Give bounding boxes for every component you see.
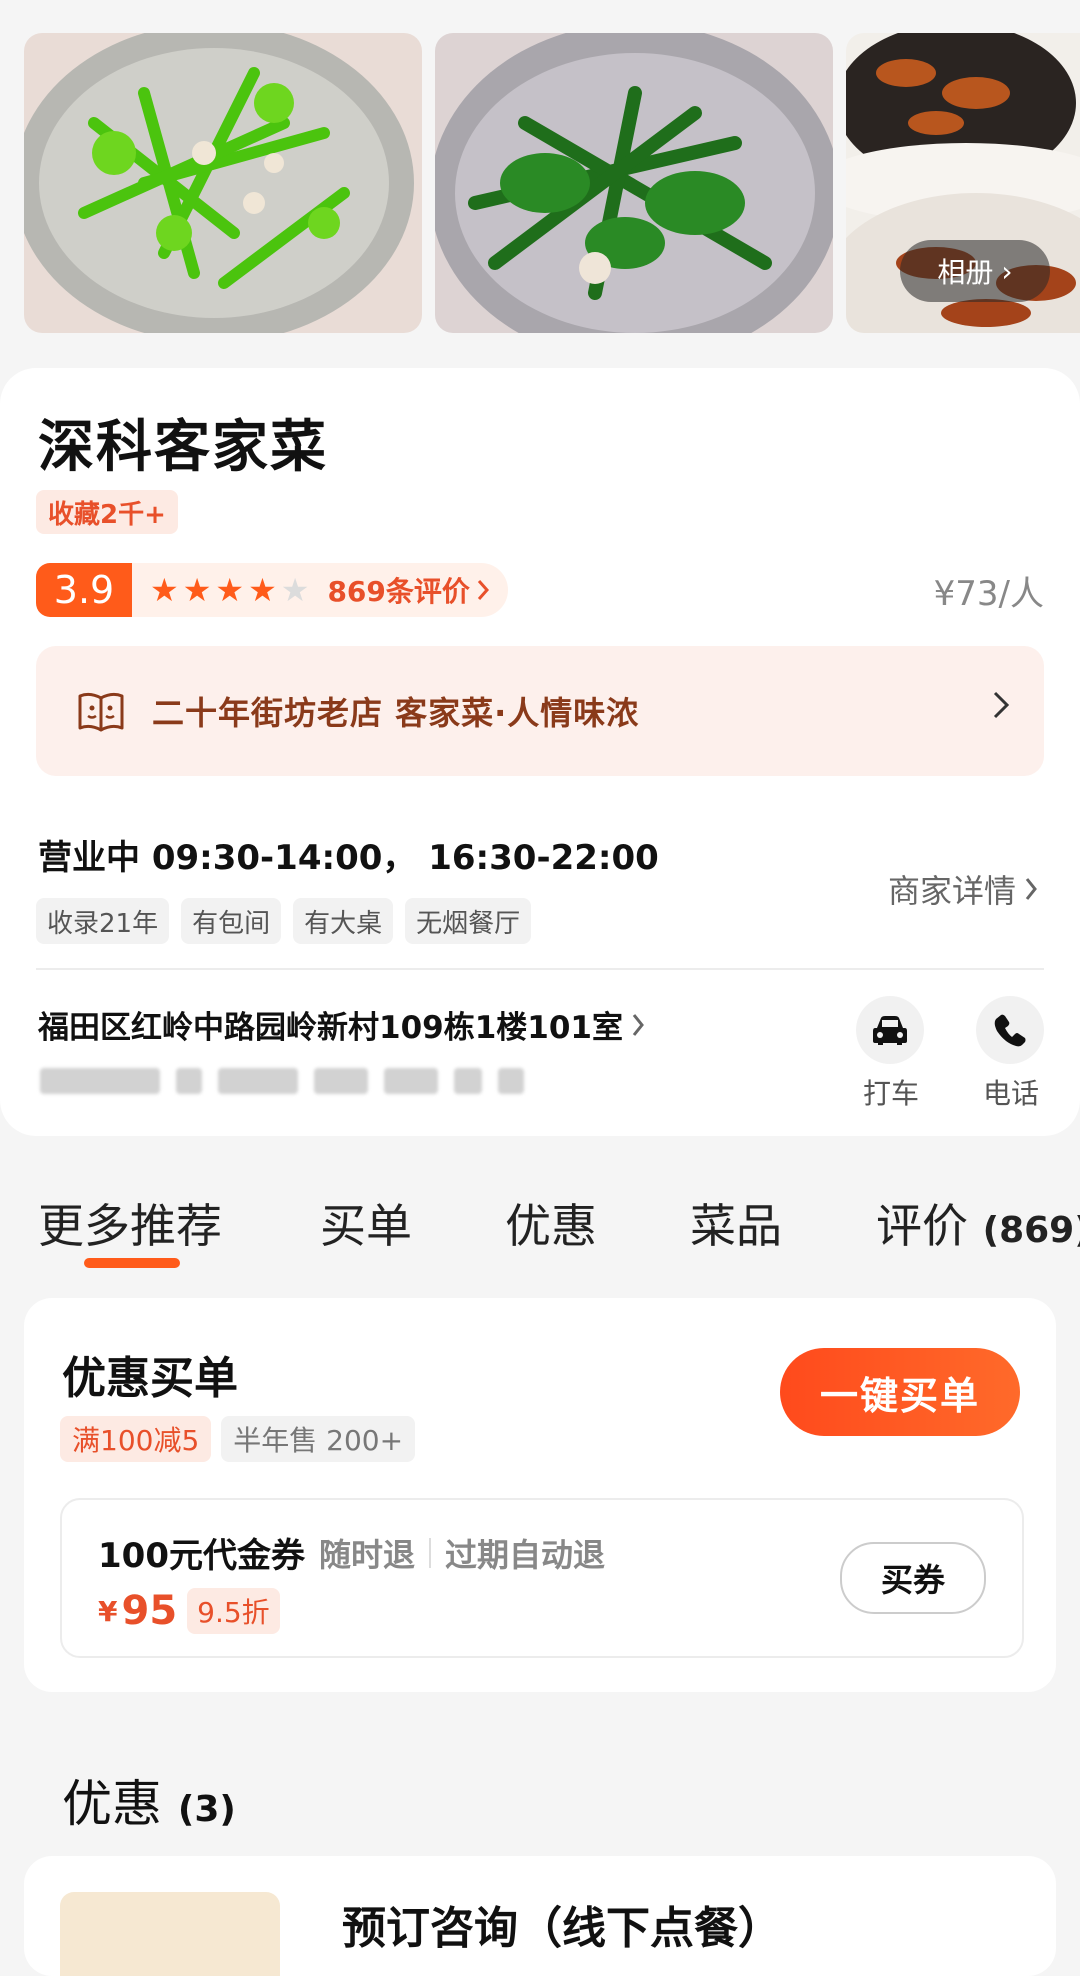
shop-detail-link[interactable]: 商家详情	[888, 866, 1038, 912]
tab-label: 评价	[876, 1199, 983, 1253]
tab-label: 优惠	[505, 1199, 597, 1253]
star-icon: ★	[248, 571, 277, 609]
address-text: 福田区红岭中路园岭新村109栋1楼101室	[38, 1010, 623, 1046]
currency-symbol: ¥	[98, 1594, 118, 1628]
business-hours: 营业中 09:30-14:00， 16:30-22:00	[38, 838, 659, 878]
buy-voucher-button[interactable]: 买券	[840, 1542, 986, 1614]
phone-button[interactable]: 电话	[976, 996, 1046, 1112]
review-link[interactable]: 869条评价	[327, 570, 489, 610]
shop-tag: 有大桌	[293, 898, 394, 944]
discount-item-title: 预订咨询（线下点餐）	[342, 1903, 782, 1954]
tab-more-recommend[interactable]: 更多推荐	[38, 1190, 222, 1256]
tab-discounts[interactable]: 优惠	[505, 1190, 597, 1256]
album-label: 相册	[937, 256, 994, 289]
discounts-title: 优惠	[62, 1775, 178, 1833]
banner-text: 二十年街坊老店 客家菜·人情味浓	[152, 694, 640, 732]
rating-row[interactable]: 3.9 ★ ★ ★ ★ ★ 869条评价	[36, 562, 508, 618]
taxi-label: 打车	[862, 1077, 919, 1110]
phone-label: 电话	[982, 1077, 1039, 1110]
shop-detail-label: 商家详情	[887, 872, 1016, 910]
star-icon: ★	[150, 571, 179, 609]
gallery-photo-2[interactable]	[435, 33, 833, 333]
discounts-heading: 优惠 (3)	[62, 1764, 236, 1836]
active-tab-indicator	[84, 1258, 180, 1268]
review-count: 869条评价	[327, 575, 470, 608]
gallery-photo-1[interactable]	[24, 33, 422, 333]
voucher-price-row: ¥ 95 9.5折	[98, 1588, 280, 1634]
discount-payment-card: 优惠买单 满100减5 半年售 200+ 一键买单 100元代金券 随时退 过期…	[24, 1298, 1056, 1692]
shop-address[interactable]: 福田区红岭中路园岭新村109栋1楼101室	[38, 1002, 645, 1047]
voucher-discount: 9.5折	[187, 1588, 280, 1634]
shop-tag: 无烟餐厅	[405, 898, 532, 944]
tab-label: 菜品	[690, 1199, 782, 1253]
star-icon: ★	[280, 571, 310, 609]
discount-thumbnail	[60, 1892, 280, 1976]
address-blurred-detail	[40, 1068, 524, 1094]
voucher-title: 100元代金券	[98, 1536, 305, 1576]
voucher-item[interactable]: 100元代金券 随时退 过期自动退 ¥ 95 9.5折 买券	[60, 1498, 1024, 1658]
offer-tags: 满100减5 半年售 200+	[60, 1416, 416, 1462]
offer-title: 优惠买单	[62, 1353, 238, 1404]
tab-reviews[interactable]: 评价 (869)	[876, 1190, 1080, 1256]
price-per-person: ¥73/人	[933, 574, 1044, 614]
taxi-button[interactable]: 打车	[856, 996, 926, 1112]
star-icon: ★	[182, 571, 212, 609]
chevron-right-icon	[993, 691, 1010, 719]
chevron-right-icon	[632, 1013, 644, 1036]
offer-tag: 半年售 200+	[221, 1416, 416, 1462]
discount-list-item[interactable]: 预订咨询（线下点餐）	[24, 1856, 1056, 1976]
chevron-right-icon	[1025, 878, 1037, 900]
tab-count: (869)	[982, 1210, 1080, 1251]
voucher-auto-refund: 过期自动退	[445, 1535, 606, 1574]
section-tabs: 更多推荐 买单 优惠 菜品 评价 (869)	[0, 1190, 1080, 1270]
favorites-badge: 收藏2千+	[36, 490, 178, 534]
tab-label: 更多推荐	[38, 1199, 222, 1253]
tab-dishes[interactable]: 菜品	[690, 1190, 782, 1256]
car-icon	[856, 996, 924, 1064]
star-icon: ★	[215, 571, 245, 609]
shop-highlight-banner[interactable]: 二十年街坊老店 客家菜·人情味浓	[36, 646, 1044, 776]
voucher-title-row: 100元代金券 随时退 过期自动退	[98, 1528, 605, 1577]
voucher-refund-anytime: 随时退	[318, 1535, 415, 1574]
tab-pay-bill[interactable]: 买单	[320, 1190, 412, 1256]
separator	[429, 1537, 431, 1568]
one-click-pay-button[interactable]: 一键买单	[780, 1348, 1020, 1436]
rating-stars: ★ ★ ★ ★ ★ 869条评价	[132, 563, 508, 617]
divider	[36, 968, 1044, 970]
offer-tag: 满100减5	[60, 1416, 212, 1462]
shop-info-card: 深科客家菜 收藏2千+ 3.9 ★ ★ ★ ★ ★ 869条评价 ¥73/人 二…	[0, 368, 1080, 1136]
book-icon	[78, 692, 124, 732]
shop-tag: 有包间	[181, 898, 282, 944]
photo-gallery[interactable]: 相册 ›	[0, 0, 1080, 370]
album-button[interactable]: 相册 ›	[900, 240, 1050, 302]
shop-name: 深科客家菜	[38, 415, 328, 480]
discounts-count: (3)	[177, 1789, 236, 1830]
chevron-right-icon	[477, 580, 489, 600]
phone-icon	[976, 996, 1044, 1064]
shop-tag: 收录21年	[36, 898, 170, 944]
tab-label: 买单	[320, 1199, 412, 1253]
voucher-price: 95	[121, 1588, 178, 1634]
shop-tags: 收录21年 有包间 有大桌 无烟餐厅	[36, 898, 532, 944]
chevron-right-icon: ›	[1001, 254, 1013, 288]
rating-score: 3.9	[36, 563, 132, 617]
